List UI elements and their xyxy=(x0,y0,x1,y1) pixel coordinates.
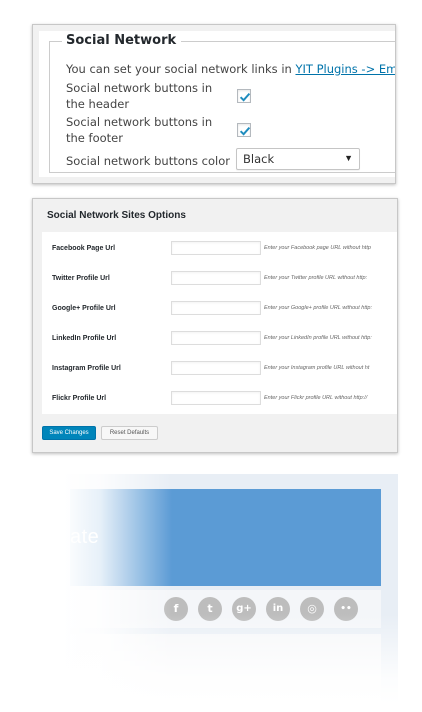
buttons-color-select[interactable]: Black ▼ xyxy=(236,148,360,170)
footer-buttons-label: Social network buttons in the footer xyxy=(66,115,213,145)
instagram-url-label: Instagram Profile Url xyxy=(52,365,121,372)
fade-overlay-bottom xyxy=(62,614,398,704)
header-buttons-label: Social network buttons in the header xyxy=(66,81,213,111)
fieldset-legend: Social Network xyxy=(62,33,182,48)
facebook-url-hint: Enter your Facebook page URL without htt… xyxy=(264,245,371,251)
facebook-url-input[interactable] xyxy=(171,241,261,255)
chevron-down-icon: ▼ xyxy=(344,153,353,163)
save-changes-button[interactable]: Save Changes xyxy=(42,426,96,440)
google-plus-url-hint: Enter your Google+ profile URL without h… xyxy=(264,305,372,311)
header-buttons-checkbox[interactable] xyxy=(237,89,251,103)
description-prefix: You can set your social network links in xyxy=(66,62,296,76)
google-plus-url-label: Google+ Profile Url xyxy=(52,305,116,312)
twitter-url-label: Twitter Profile Url xyxy=(52,275,110,282)
email-template-preview: ate f t g+ in ◎ •• xyxy=(62,474,398,704)
flickr-url-label: Flickr Profile Url xyxy=(52,395,107,402)
reset-defaults-button[interactable]: Reset Defaults xyxy=(101,426,158,440)
social-network-fieldset: Social Network You can set your social n… xyxy=(49,33,395,173)
linkedin-url-hint: Enter your LinkedIn profile URL without … xyxy=(264,335,372,341)
social-network-sites-options-panel: Social Network Sites Options Facebook Pa… xyxy=(32,198,398,453)
instagram-url-input[interactable] xyxy=(171,361,261,375)
instagram-url-hint: Enter your Instagram profile URL without… xyxy=(264,365,370,371)
flickr-url-input[interactable] xyxy=(171,391,261,405)
buttons-color-value: Black xyxy=(243,152,275,166)
checkmark-icon xyxy=(239,126,251,136)
email-template-settings-link[interactable]: YIT Plugins -> Email Template xyxy=(295,62,395,76)
panel-title: Social Network Sites Options xyxy=(47,210,186,221)
linkedin-url-label: LinkedIn Profile Url xyxy=(52,335,117,342)
settings-card: Social Network You can set your social n… xyxy=(39,31,395,177)
options-form-table: Facebook Page Url Enter your Facebook pa… xyxy=(42,232,397,414)
facebook-url-label: Facebook Page Url xyxy=(52,245,116,252)
flickr-url-hint: Enter your Flickr profile URL without ht… xyxy=(264,395,368,401)
footer-buttons-checkbox[interactable] xyxy=(237,123,251,137)
description-text: You can set your social network links in… xyxy=(66,62,395,76)
social-network-settings-panel: Social Network You can set your social n… xyxy=(32,24,396,184)
twitter-url-hint: Enter your Twitter profile URL without h… xyxy=(264,275,368,281)
twitter-url-input[interactable] xyxy=(171,271,261,285)
google-plus-url-input[interactable] xyxy=(171,301,261,315)
checkmark-icon xyxy=(239,92,251,102)
buttons-color-label: Social network buttons color xyxy=(66,154,231,168)
linkedin-url-input[interactable] xyxy=(171,331,261,345)
